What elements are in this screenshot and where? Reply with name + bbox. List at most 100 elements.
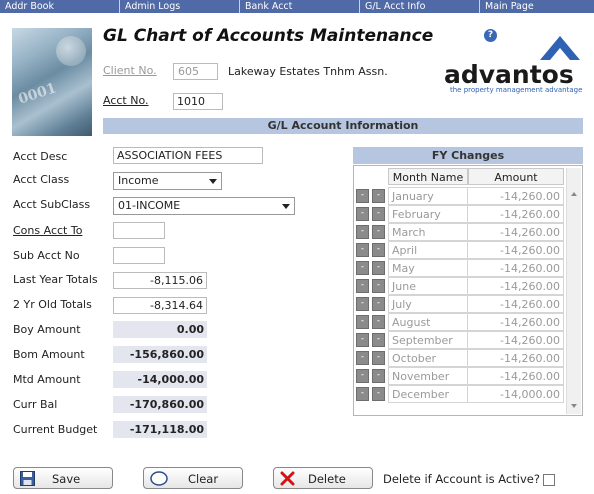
row-minus-button[interactable]: - xyxy=(356,243,369,257)
month-cell: May xyxy=(388,259,468,277)
row-minus-button[interactable]: - xyxy=(372,315,385,329)
row-minus-button[interactable]: - xyxy=(356,207,369,221)
chevron-down-icon xyxy=(282,204,290,209)
curr-bal-label: Curr Bal xyxy=(13,398,58,411)
page-title: GL Chart of Accounts Maintenance xyxy=(103,26,434,46)
sub-acct-label: Sub Acct No xyxy=(13,249,80,262)
month-name-column-header[interactable]: Month Name xyxy=(388,168,468,185)
acct-no-field[interactable]: 1010 xyxy=(173,93,223,110)
clear-button[interactable]: Clear xyxy=(143,467,243,489)
row-minus-button[interactable]: - xyxy=(372,207,385,221)
fy-grid-header: Month Name Amount xyxy=(388,168,564,185)
month-cell: February xyxy=(388,205,468,223)
row-minus-button[interactable]: - xyxy=(356,297,369,311)
gl-account-info-header: G/L Account Information xyxy=(103,118,583,134)
month-cell: July xyxy=(388,295,468,313)
eraser-icon xyxy=(150,471,168,486)
row-minus-button[interactable]: - xyxy=(372,243,385,257)
month-cell: November xyxy=(388,367,468,385)
delete-x-icon xyxy=(280,471,295,486)
month-cell: June xyxy=(388,277,468,295)
logo-tagline: the property management advantage xyxy=(450,86,583,94)
client-no-field: 605 xyxy=(173,63,218,80)
nav-admin-logs[interactable]: Admin Logs xyxy=(120,0,240,13)
current-budget-label: Current Budget xyxy=(13,423,98,436)
month-cell: December xyxy=(388,385,468,403)
nav-bank-acct[interactable]: Bank Acct xyxy=(240,0,360,13)
row-minus-button[interactable]: - xyxy=(372,369,385,383)
row-minus-button[interactable]: - xyxy=(356,189,369,203)
acct-no-link[interactable]: Acct No. xyxy=(103,94,149,107)
chevron-down-icon xyxy=(209,179,217,184)
month-cell: January xyxy=(388,187,468,205)
cons-acct-input[interactable] xyxy=(113,222,165,239)
fy-row: - - November -14,260.00 xyxy=(354,367,566,385)
month-cell: October xyxy=(388,349,468,367)
row-minus-button[interactable]: - xyxy=(372,225,385,239)
month-cell: August xyxy=(388,313,468,331)
row-minus-button[interactable]: - xyxy=(356,279,369,293)
fy-row: - - March -14,260.00 xyxy=(354,223,566,241)
row-minus-button[interactable]: - xyxy=(356,333,369,347)
current-budget-value: -171,118.00 xyxy=(113,421,207,438)
nav-addr-book[interactable]: Addr Book xyxy=(0,0,120,13)
amount-cell: -14,260.00 xyxy=(467,349,564,367)
fy-row: - - August -14,260.00 xyxy=(354,313,566,331)
fy-row: - - April -14,260.00 xyxy=(354,241,566,259)
boy-amount-value: 0.00 xyxy=(113,321,207,338)
last-year-input[interactable]: -8,115.06 xyxy=(113,272,207,289)
row-minus-button[interactable]: - xyxy=(372,279,385,293)
nav-main-page[interactable]: Main Page xyxy=(480,0,594,13)
save-label: Save xyxy=(52,472,81,486)
cons-acct-link[interactable]: Cons Acct To xyxy=(13,224,82,237)
row-minus-button[interactable]: - xyxy=(356,351,369,365)
amount-cell: -14,260.00 xyxy=(467,277,564,295)
amount-cell: -14,260.00 xyxy=(467,331,564,349)
row-minus-button[interactable]: - xyxy=(356,387,369,401)
row-minus-button[interactable]: - xyxy=(372,297,385,311)
acct-desc-input[interactable]: ASSOCIATION FEES xyxy=(113,147,263,164)
nav-gl-acct-info[interactable]: G/L Acct Info xyxy=(360,0,480,13)
row-minus-button[interactable]: - xyxy=(356,261,369,275)
row-minus-button[interactable]: - xyxy=(356,225,369,239)
mtd-amount-value: -14,000.00 xyxy=(113,371,207,388)
two-yr-label: 2 Yr Old Totals xyxy=(13,298,92,311)
month-cell: September xyxy=(388,331,468,349)
two-yr-input[interactable]: -8,314.64 xyxy=(113,297,207,314)
row-minus-button[interactable]: - xyxy=(372,189,385,203)
fy-grid-scrollbar[interactable] xyxy=(566,168,581,414)
save-button[interactable]: Save xyxy=(13,467,113,489)
client-name: Lakeway Estates Tnhm Assn. xyxy=(228,65,388,78)
floppy-disk-icon xyxy=(20,471,35,486)
fy-row: - - January -14,260.00 xyxy=(354,187,566,205)
delete-if-active-checkbox[interactable] xyxy=(543,474,555,486)
logo-word: advantos xyxy=(444,60,574,89)
amount-cell: -14,260.00 xyxy=(467,241,564,259)
acct-subclass-label: Acct SubClass xyxy=(13,198,91,211)
row-minus-button[interactable]: - xyxy=(372,333,385,347)
row-minus-button[interactable]: - xyxy=(372,351,385,365)
acct-subclass-value: 01-INCOME xyxy=(118,199,181,212)
sub-acct-input[interactable] xyxy=(113,247,165,264)
amount-column-header[interactable]: Amount xyxy=(468,168,564,185)
amount-cell: -14,260.00 xyxy=(467,295,564,313)
scroll-up-icon xyxy=(571,192,577,196)
delete-if-active-label: Delete if Account is Active? xyxy=(383,472,540,486)
acct-class-select[interactable]: Income xyxy=(113,172,222,190)
amount-cell: -14,000.00 xyxy=(467,385,564,403)
row-minus-button[interactable]: - xyxy=(372,261,385,275)
amount-cell: -14,260.00 xyxy=(467,187,564,205)
bom-amount-value: -156,860.00 xyxy=(113,346,207,363)
row-minus-button[interactable]: - xyxy=(372,387,385,401)
scroll-down-icon xyxy=(571,404,577,408)
fy-row: - - June -14,260.00 xyxy=(354,277,566,295)
row-minus-button[interactable]: - xyxy=(356,315,369,329)
acct-subclass-select[interactable]: 01-INCOME xyxy=(113,197,295,215)
delete-button[interactable]: Delete xyxy=(273,467,373,489)
fy-row: - - September -14,260.00 xyxy=(354,331,566,349)
row-minus-button[interactable]: - xyxy=(356,369,369,383)
amount-cell: -14,260.00 xyxy=(467,223,564,241)
top-nav: Addr Book Admin Logs Bank Acct G/L Acct … xyxy=(0,0,594,13)
client-no-link[interactable]: Client No. xyxy=(103,64,157,77)
clear-label: Clear xyxy=(188,472,219,486)
